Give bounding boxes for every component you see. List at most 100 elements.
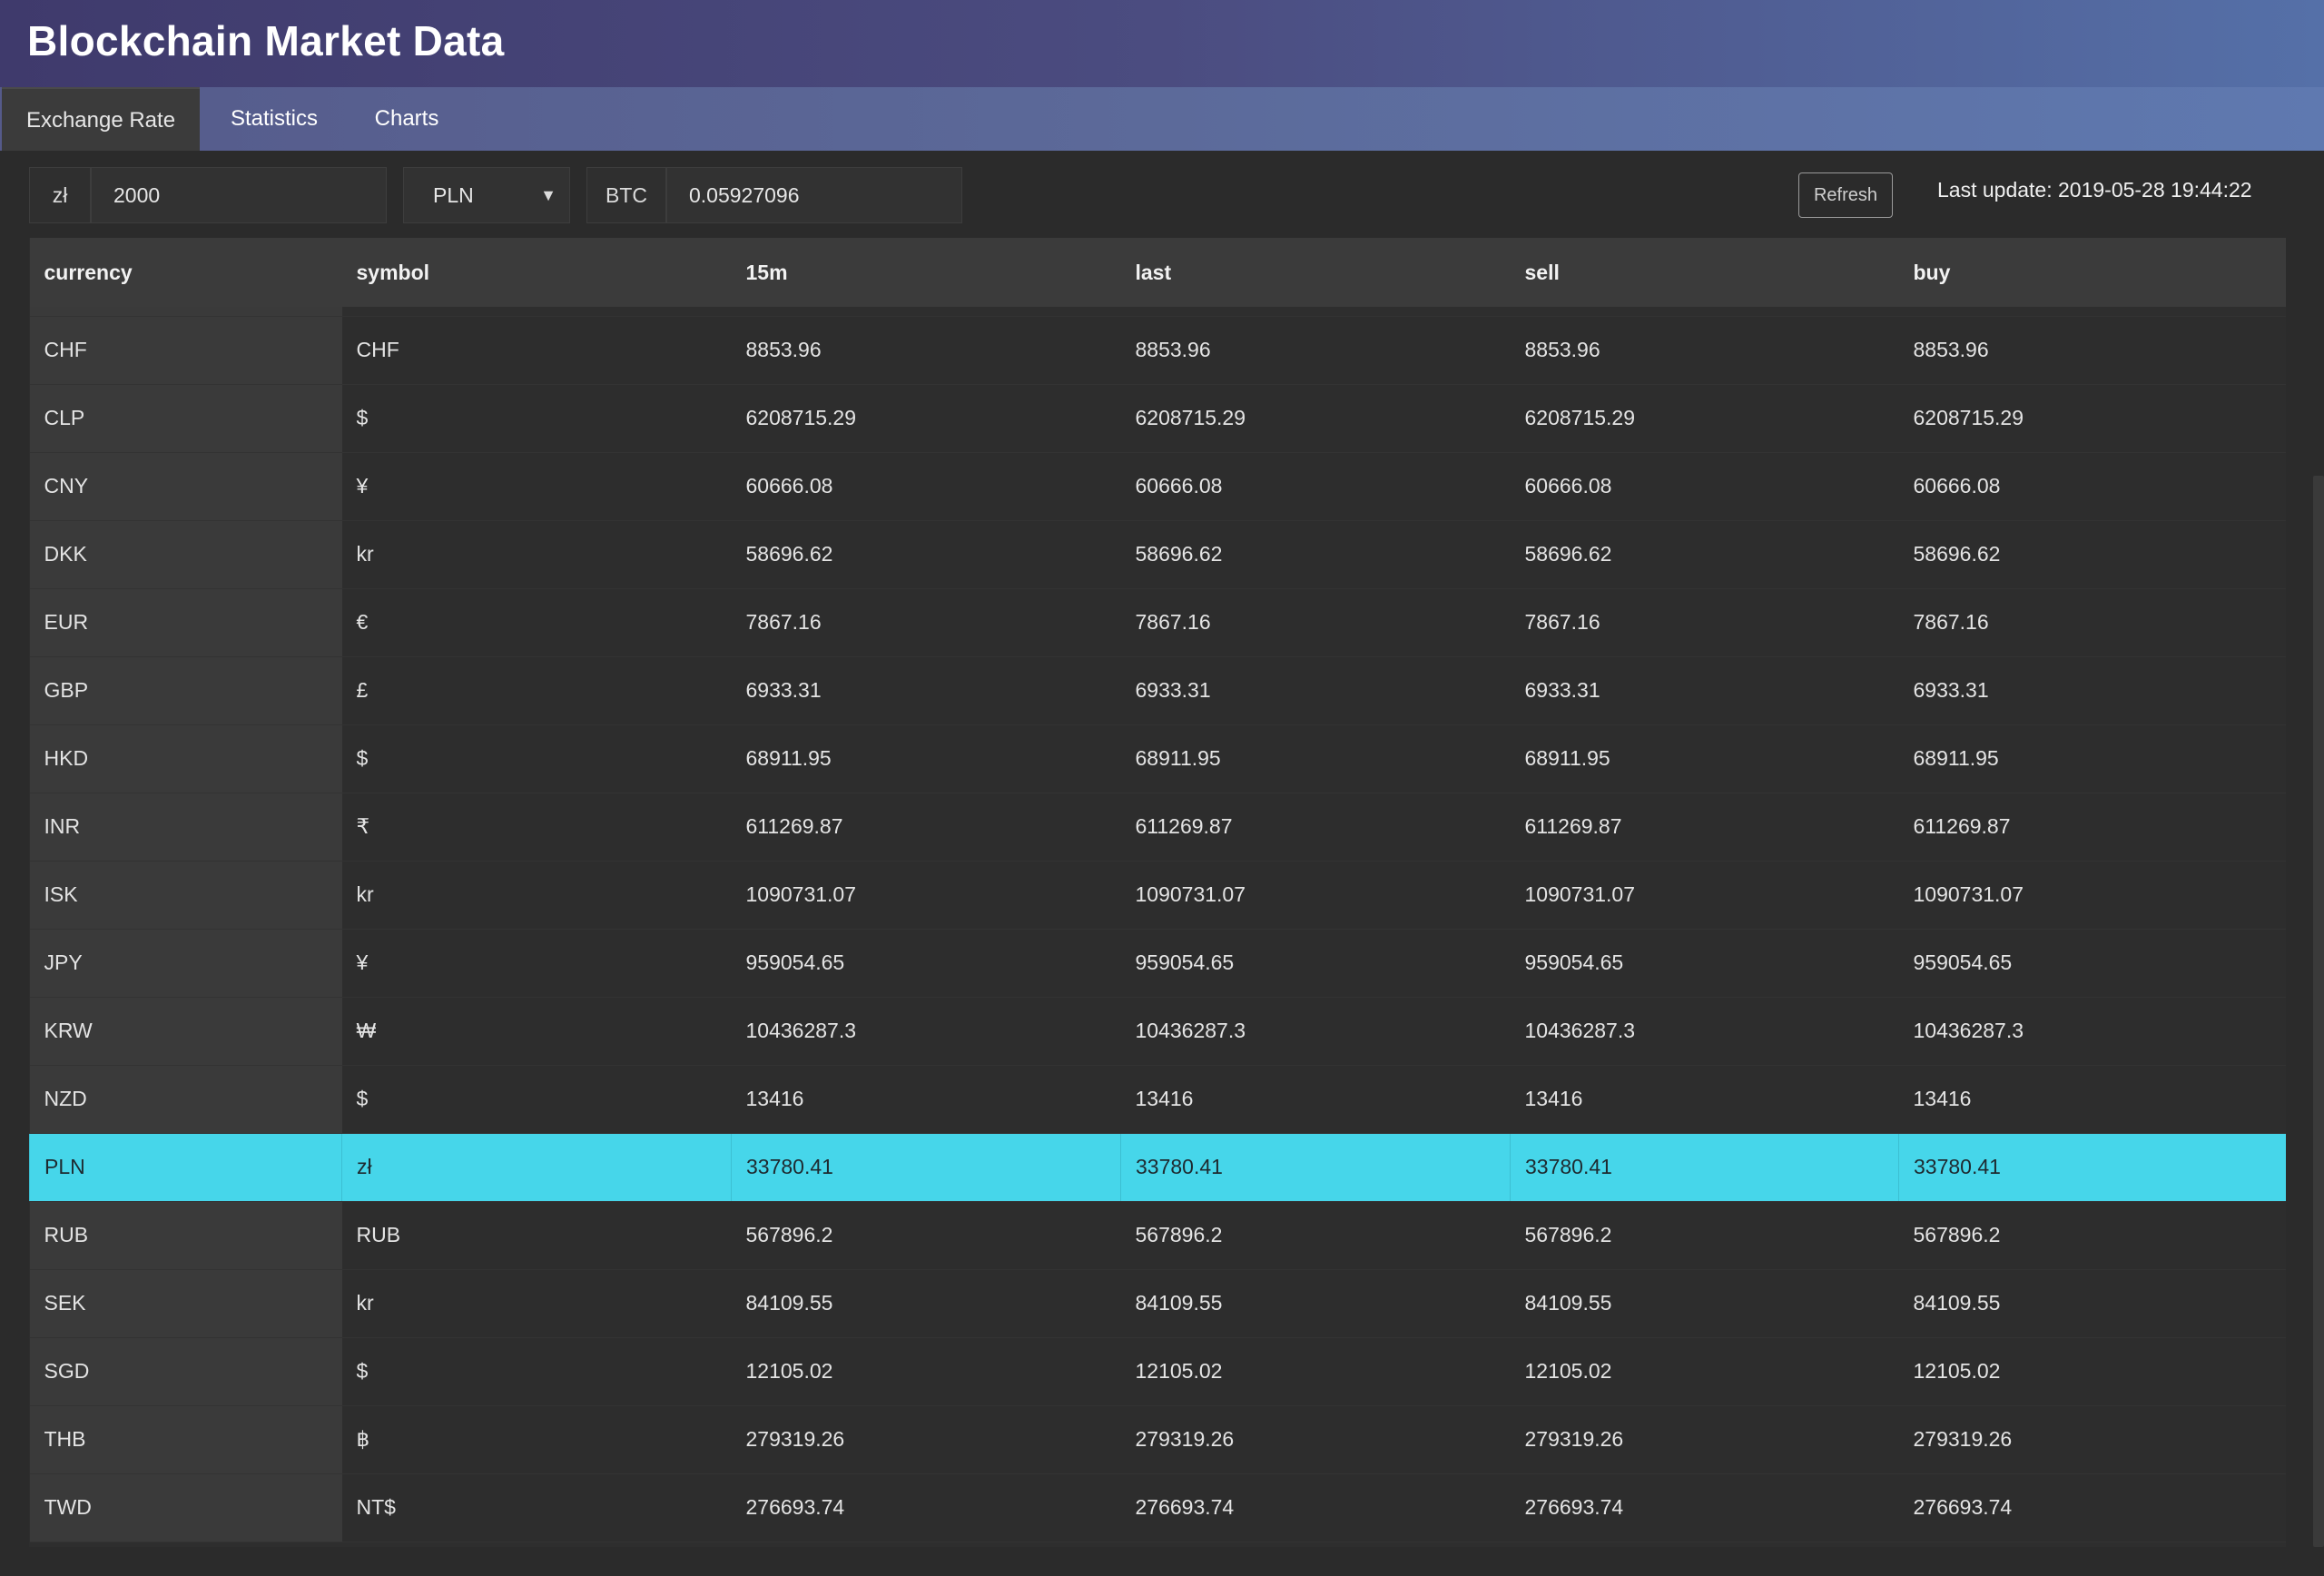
cell-sell: 33780.41	[1510, 1133, 1899, 1202]
cell-currency: JPY	[29, 929, 342, 998]
cell-symbol: NT$	[341, 1473, 732, 1542]
cell-currency: SGD	[29, 1337, 342, 1406]
table-row[interactable]: INR ₹611269.87 611269.87 611269.87 611269.87	[29, 793, 2286, 862]
table-row[interactable]: RUB RUB 567896.2 567896.2 567896.2 567896.2	[29, 1201, 2286, 1270]
cell-currency: RUB	[29, 1201, 342, 1270]
table-row[interactable]: CHF CHF 8853.96 8853.96 8853.96 8853.96	[29, 316, 2286, 385]
table-row[interactable]: HKD $68911.95 68911.95 68911.95 68911.95	[29, 724, 2286, 793]
cell-symbol: $	[341, 384, 732, 453]
cell-symbol: zł	[341, 1133, 732, 1202]
cell-sell: 6933.31	[1510, 656, 1899, 725]
cell-15m: 611269.87	[731, 793, 1121, 862]
cell-last: 6208715.29	[1120, 384, 1511, 453]
table-row[interactable]: CLP $6208715.29 6208715.29 6208715.29 620871…	[29, 384, 2286, 453]
cell-symbol: £	[341, 656, 732, 725]
crypto-amount-field[interactable]: 0.05927096	[666, 167, 962, 223]
cell-sell: 7867.16	[1510, 588, 1899, 657]
cell-buy: 10436287.3	[1898, 997, 2286, 1066]
app-title: Blockchain Market Data	[27, 17, 505, 64]
table-row[interactable]: SGD $12105.02 12105.02 12105.02 12105.02	[29, 1337, 2286, 1406]
cell-currency: CLP	[29, 384, 342, 453]
cell-symbol: RUB	[341, 1201, 732, 1270]
amount-input[interactable]: 2000	[91, 167, 387, 223]
last-update-text: Last update: 2019-05-28 19:44:22	[1937, 178, 2252, 202]
table-row[interactable]: PLN zł 33780.41 33780.41 33780.41 33780.41	[29, 1133, 2286, 1202]
table-body: CHF CHF 8853.96 8853.96 8853.96 8853.96 CLP $62…	[29, 316, 2286, 1542]
cell-buy: 6208715.29	[1898, 384, 2286, 453]
cell-currency: CHF	[29, 316, 342, 385]
tab-exchange-rate[interactable]: Exchange Rate	[2, 87, 200, 151]
cell-last: 1090731.07	[1120, 861, 1511, 930]
table-row[interactable]: ISK kr 1090731.07 1090731.07 1090731.07 10907…	[29, 861, 2286, 930]
currency-select[interactable]: PLN ▼	[403, 167, 570, 223]
cell-buy: 279319.26	[1898, 1405, 2286, 1474]
table-row[interactable]: TWD NT$ 276693.74 276693.74 276693.74 276693.…	[29, 1473, 2286, 1542]
column-header-buy[interactable]: buy	[1898, 238, 2286, 307]
column-header-15m[interactable]: 15m	[731, 238, 1121, 307]
table-row[interactable]: JPY ¥959054.65 959054.65 959054.65 959054.65	[29, 929, 2286, 998]
cell-last: 567896.2	[1120, 1201, 1511, 1270]
cell-last: 8853.96	[1120, 316, 1511, 385]
cell-15m: 1090731.07	[731, 861, 1121, 930]
cell-symbol: ₩	[341, 997, 732, 1066]
cell-buy: 959054.65	[1898, 929, 2286, 998]
cell-sell: 13416	[1510, 1065, 1899, 1134]
cell-last: 33780.41	[1120, 1133, 1511, 1202]
cell-sell: 276693.74	[1510, 1473, 1899, 1542]
refresh-button[interactable]: Refresh	[1798, 172, 1893, 218]
cell-last: 6933.31	[1120, 656, 1511, 725]
table-row[interactable]: NZD $13416 13416 13416 13416	[29, 1065, 2286, 1134]
cell-buy: 60666.08	[1898, 452, 2286, 521]
cell-15m: 33780.41	[731, 1133, 1121, 1202]
cell-currency: DKK	[29, 520, 342, 589]
cell-buy: 1090731.07	[1898, 861, 2286, 930]
scrollbar-thumb[interactable]	[2313, 476, 2324, 1547]
cell-last: 12105.02	[1120, 1337, 1511, 1406]
cell-15m: 6208715.29	[731, 384, 1121, 453]
cell-currency: TWD	[29, 1473, 342, 1542]
currency-select-value: PLN	[433, 183, 474, 207]
table-row[interactable]: THB ฿ 279319.26 279319.26 279319.26 279319.26	[29, 1405, 2286, 1474]
cell-last: 276693.74	[1120, 1473, 1511, 1542]
table-row[interactable]: SEK kr 84109.55 84109.55 84109.55 84109.55	[29, 1269, 2286, 1338]
column-header-last[interactable]: last	[1120, 238, 1511, 307]
column-header-sell[interactable]: sell	[1510, 238, 1899, 307]
cell-sell: 58696.62	[1510, 520, 1899, 589]
cell-buy: 611269.87	[1898, 793, 2286, 862]
cell-buy: 68911.95	[1898, 724, 2286, 793]
cell-sell: 8853.96	[1510, 316, 1899, 385]
cell-15m: 10436287.3	[731, 997, 1121, 1066]
cell-15m: 60666.08	[731, 452, 1121, 521]
currency-symbol-addon: zł	[29, 167, 91, 223]
cell-currency: INR	[29, 793, 342, 862]
cell-15m: 58696.62	[731, 520, 1121, 589]
cell-currency: NZD	[29, 1065, 342, 1134]
cell-last: 611269.87	[1120, 793, 1511, 862]
column-header-symbol[interactable]: symbol	[341, 238, 732, 307]
column-header-currency[interactable]: currency	[29, 238, 342, 307]
title-bar: Blockchain Market Data	[0, 0, 2324, 87]
cell-buy: 7867.16	[1898, 588, 2286, 657]
table-row[interactable]: GBP £6933.31 6933.31 6933.31 6933.31	[29, 656, 2286, 725]
cell-15m: 8853.96	[731, 316, 1121, 385]
table-header-row: currency symbol 15m last sell buy	[29, 238, 2286, 307]
cell-sell: 959054.65	[1510, 929, 1899, 998]
table-row[interactable]: CNY ¥60666.08 60666.08 60666.08 60666.08	[29, 452, 2286, 521]
cell-symbol: €	[341, 588, 732, 657]
cell-buy: 8853.96	[1898, 316, 2286, 385]
cell-last: 68911.95	[1120, 724, 1511, 793]
cell-15m: 7867.16	[731, 588, 1121, 657]
cell-sell: 1090731.07	[1510, 861, 1899, 930]
table-row[interactable]: KRW ₩10436287.3 10436287.3 10436287.3 104362…	[29, 997, 2286, 1066]
cell-symbol: kr	[341, 861, 732, 930]
table-row[interactable]: EUR €7867.16 7867.16 7867.16 7867.16	[29, 588, 2286, 657]
tab-charts[interactable]: Charts	[356, 87, 458, 151]
cell-currency: THB	[29, 1405, 342, 1474]
cell-sell: 6208715.29	[1510, 384, 1899, 453]
table-row[interactable]: DKK kr 58696.62 58696.62 58696.62 58696.62	[29, 520, 2286, 589]
cell-last: 10436287.3	[1120, 997, 1511, 1066]
cell-buy: 6933.31	[1898, 656, 2286, 725]
tab-statistics[interactable]: Statistics	[211, 87, 338, 151]
cell-symbol: kr	[341, 1269, 732, 1338]
cell-symbol: kr	[341, 520, 732, 589]
